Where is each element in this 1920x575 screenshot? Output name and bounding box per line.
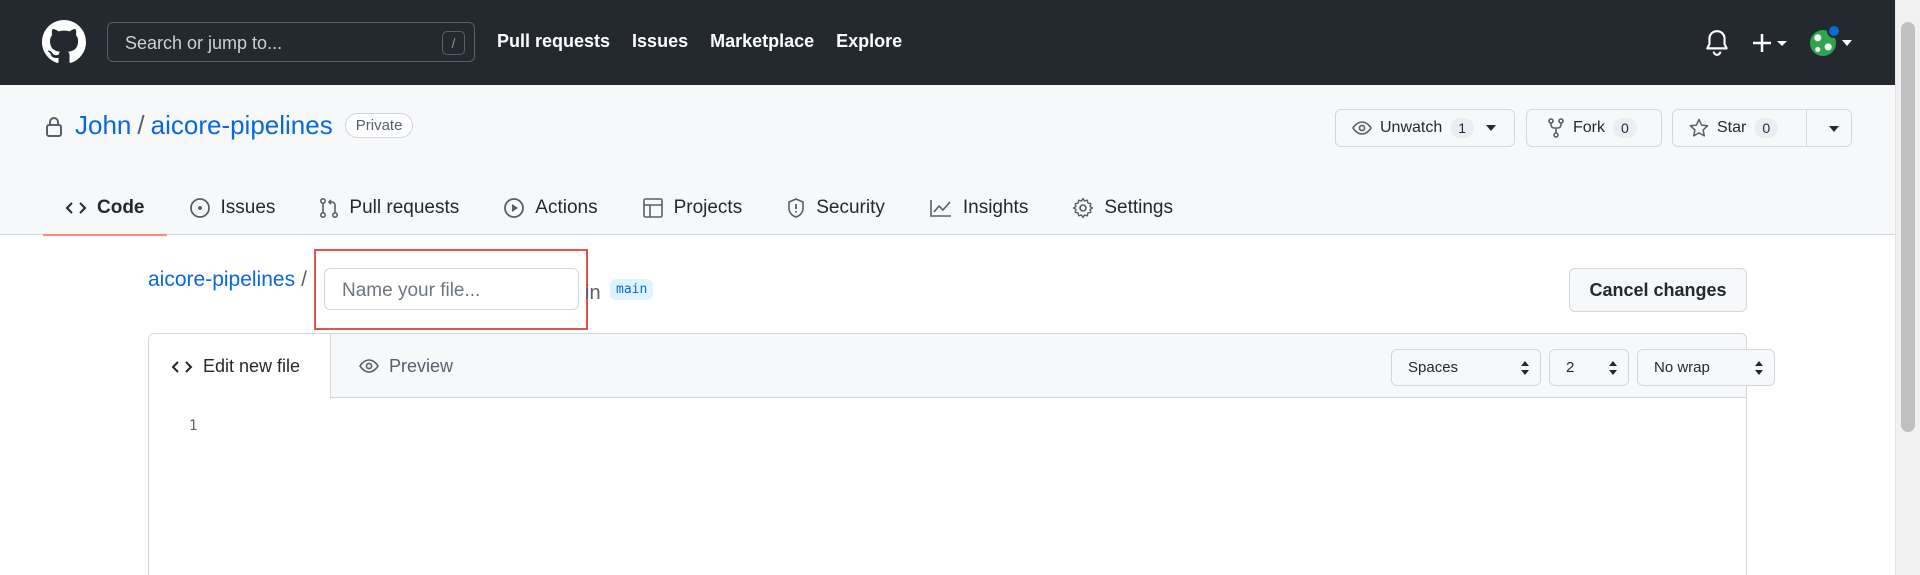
eye-icon [1352,121,1372,135]
nav-explore[interactable]: Explore [836,31,902,52]
shield-icon [788,198,805,218]
tab-projects-label: Projects [673,197,743,218]
tab-code[interactable]: Code [43,181,167,236]
indent-mode-select[interactable]: Spaces [1391,349,1541,386]
fork-label: Fork [1573,119,1605,136]
repo-nav: Code Issues Pull requests Actions Projec… [43,181,1195,236]
pull-request-icon [320,197,339,219]
tab-settings[interactable]: Settings [1050,181,1195,235]
star-icon [1689,118,1709,137]
file-path-row: aicore-pipelines / [148,268,307,292]
search-input[interactable]: Search or jump to... / [107,22,475,62]
nav-pull-requests[interactable]: Pull requests [497,31,610,52]
search-placeholder: Search or jump to... [125,33,283,53]
wrap-mode-value: No wrap [1654,359,1710,376]
star-dropdown-caret-icon[interactable] [1829,126,1839,132]
unwatch-button[interactable]: Unwatch 1 [1335,109,1515,147]
eye-icon [359,359,379,373]
tab-insights-label: Insights [962,197,1029,218]
nav-marketplace[interactable]: Marketplace [710,31,814,52]
wrap-mode-select[interactable]: No wrap [1637,349,1775,386]
tab-issues-label: Issues [220,197,276,218]
play-icon [504,198,525,218]
fork-count: 0 [1613,118,1637,138]
breadcrumb-separator: / [301,268,307,291]
star-button-divider [1806,110,1807,146]
tab-edit-new-file[interactable]: Edit new file [149,334,331,399]
code-icon [171,360,193,373]
star-count: 0 [1754,118,1779,138]
repo-title-separator: / [137,110,145,140]
editor-toolbar: Edit new file Preview Spaces 2 No wrap [149,334,1775,399]
lock-icon [46,117,62,137]
fork-icon [1548,118,1564,138]
branch-badge: main [610,279,654,300]
filename-input[interactable]: Name your file... [324,268,579,310]
tab-projects[interactable]: Projects [620,181,765,235]
repo-title: John / aicore-pipelines Private [75,110,414,141]
tab-actions[interactable]: Actions [481,181,619,235]
tab-pull-requests-label: Pull requests [349,197,460,218]
tab-settings-label: Settings [1104,197,1173,218]
search-shortcut-key: / [442,31,465,55]
cancel-changes-button[interactable]: Cancel changes [1569,268,1747,312]
tab-issues[interactable]: Issues [167,181,298,235]
code-icon [65,202,87,214]
in-branch-label: in [585,282,601,304]
tab-actions-label: Actions [535,197,598,218]
graph-icon [930,200,951,217]
tab-preview-label: Preview [389,355,454,376]
tab-security-label: Security [816,197,885,218]
global-header: Search or jump to... / Pull requests Iss… [0,0,1895,85]
fork-button[interactable]: Fork 0 [1526,109,1662,147]
tab-insights[interactable]: Insights [907,181,1050,235]
tab-preview[interactable]: Preview [359,334,453,398]
repo-name-link[interactable]: aicore-pipelines [151,110,333,141]
table-icon [642,198,663,218]
github-logo-icon[interactable] [42,20,86,64]
select-arrows-icon [1755,361,1763,375]
filename-placeholder: Name your file... [342,280,481,301]
global-nav: Pull requests Issues Marketplace Explore [497,31,902,52]
unwatch-label: Unwatch [1380,119,1443,136]
gear-icon [1073,197,1094,219]
create-new-plus-icon[interactable] [1752,29,1792,57]
tab-code-label: Code [97,197,145,218]
watch-dropdown-caret-icon[interactable] [1486,125,1497,131]
tab-pull-requests[interactable]: Pull requests [297,181,481,235]
indent-size-select[interactable]: 2 [1549,349,1629,386]
repo-header: John / aicore-pipelines Private Unwatch … [0,85,1895,236]
page-scrollbar[interactable] [1895,0,1920,575]
star-label: Star [1717,119,1747,136]
tab-security[interactable]: Security [764,181,907,235]
breadcrumb-repo-link[interactable]: aicore-pipelines [148,268,295,292]
scrollbar-thumb[interactable] [1901,22,1915,432]
status-indicator-dot [1827,24,1841,38]
avatar-dropdown-caret-icon[interactable] [1842,40,1852,46]
nav-issues[interactable]: Issues [632,31,688,52]
tab-edit-label: Edit new file [203,356,301,376]
visibility-badge: Private [344,113,414,138]
select-arrows-icon [1609,361,1617,375]
line-number: 1 [189,418,198,434]
notifications-bell-icon[interactable] [1704,29,1730,57]
star-button[interactable]: Star 0 [1672,109,1852,147]
indent-size-value: 2 [1566,359,1575,376]
repo-owner-link[interactable]: John [75,110,131,141]
select-arrows-icon [1521,361,1529,375]
file-editor: Edit new file Preview Spaces 2 No wrap 1 [148,333,1775,575]
issue-icon [189,198,210,218]
indent-mode-value: Spaces [1408,359,1459,376]
watch-count: 1 [1450,118,1475,138]
page: Search or jump to... / Pull requests Iss… [0,0,1895,575]
